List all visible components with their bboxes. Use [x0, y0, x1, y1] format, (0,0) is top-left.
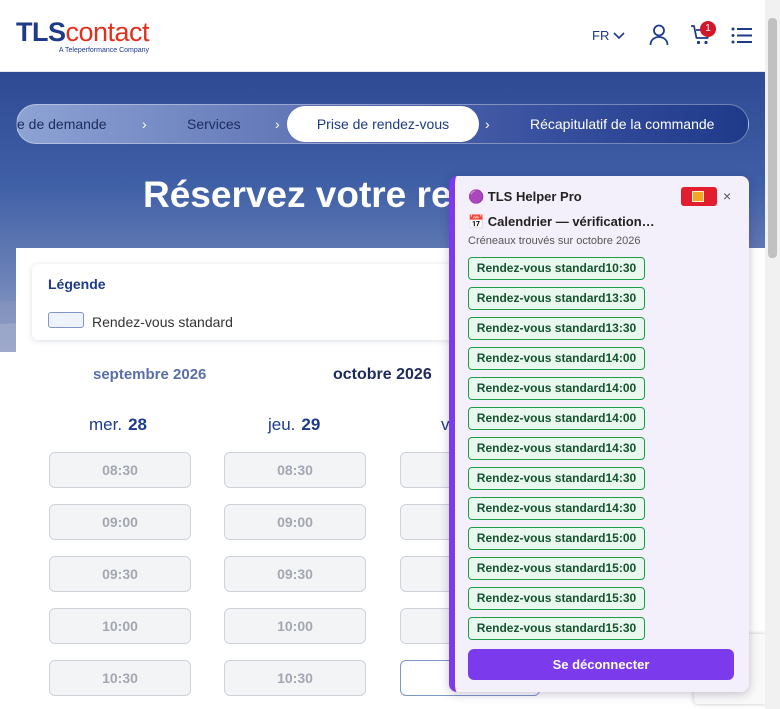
record-toggle-button[interactable] — [681, 187, 717, 206]
tlscontact-logo[interactable]: TLScontact A Teleperformance Company — [16, 17, 150, 54]
stop-icon — [692, 191, 704, 202]
helper-subtitle: 📅 Calendrier — vérification… — [468, 214, 655, 229]
day-header-wed: mer. 28 — [89, 415, 147, 435]
time-slot[interactable] — [400, 608, 452, 644]
found-slot[interactable]: Rendez-vous standard14:30 — [468, 437, 645, 460]
time-slot[interactable]: 10:00 — [49, 608, 191, 644]
step-appointment-active[interactable]: Prise de rendez-vous — [287, 106, 479, 142]
month-september[interactable]: septembre 2026 — [93, 366, 206, 383]
day-header-thu: jeu. 29 — [268, 415, 320, 435]
found-slot[interactable]: Rendez-vous standard13:30 — [468, 287, 645, 310]
found-slot[interactable]: Rendez-vous standard13:30 — [468, 317, 645, 340]
page-scrollbar[interactable] — [765, 0, 780, 709]
found-slot[interactable]: Rendez-vous standard10:30 — [468, 257, 645, 280]
progress-steps: e de demande › Services › Prise de rende… — [16, 104, 749, 144]
user-icon[interactable] — [649, 24, 669, 46]
cart-count-badge: 1 — [700, 21, 716, 37]
time-slot[interactable] — [400, 504, 452, 540]
menu-icon[interactable] — [731, 27, 752, 44]
time-slot[interactable]: 09:30 — [49, 556, 191, 592]
legend-title: Légende — [48, 276, 106, 292]
time-slot[interactable]: 08:30 — [224, 452, 366, 488]
language-label: FR — [592, 28, 610, 43]
chevron-down-icon — [613, 31, 625, 39]
logo-tls: TLS — [16, 17, 66, 47]
helper-note: Créneaux trouvés sur octobre 2026 — [468, 235, 641, 247]
legend-standard-label: Rendez-vous standard — [92, 314, 233, 330]
time-slot[interactable]: 09:00 — [224, 504, 366, 540]
tls-helper-panel: 🟣 TLS Helper Pro × 📅 Calendrier — vérifi… — [449, 176, 749, 692]
found-slot[interactable]: Rendez-vous standard14:00 — [468, 347, 645, 370]
site-header: TLScontact A Teleperformance Company FR … — [0, 0, 765, 72]
found-slot[interactable]: Rendez-vous standard14:00 — [468, 377, 645, 400]
time-slot[interactable]: 08:30 — [49, 452, 191, 488]
day-number: 28 — [128, 415, 147, 434]
close-icon[interactable]: × — [723, 188, 731, 204]
found-slot[interactable]: Rendez-vous standard14:00 — [468, 407, 645, 430]
time-slot[interactable] — [400, 556, 452, 592]
chevron-right-icon: › — [275, 116, 280, 132]
step-services[interactable]: Services — [187, 105, 241, 143]
day-number: 29 — [301, 415, 321, 434]
found-slot[interactable]: Rendez-vous standard15:30 — [468, 587, 645, 610]
helper-title: 🟣 TLS Helper Pro — [468, 189, 582, 204]
legend-panel: Légende Rendez-vous standard — [32, 264, 472, 340]
time-slot[interactable]: 10:00 — [224, 608, 366, 644]
chevron-right-icon: › — [485, 116, 490, 132]
time-slot[interactable] — [400, 452, 452, 488]
found-slot[interactable]: Rendez-vous standard15:00 — [468, 557, 645, 580]
legend-standard-swatch — [48, 312, 84, 328]
time-slot[interactable]: 09:00 — [49, 504, 191, 540]
logo-tagline: A Teleperformance Company — [58, 47, 150, 54]
found-slot[interactable]: Rendez-vous standard14:30 — [468, 467, 645, 490]
time-slot[interactable]: 10:30 — [224, 660, 366, 696]
time-slot[interactable]: 09:30 — [224, 556, 366, 592]
step-summary[interactable]: Récapitulatif de la commande — [530, 105, 714, 143]
logout-button[interactable]: Se déconnecter — [468, 649, 734, 680]
scrollbar-thumb[interactable] — [768, 18, 777, 258]
step-request[interactable]: e de demande — [17, 105, 107, 143]
logo-contact: contact — [65, 17, 150, 47]
language-selector[interactable]: FR — [592, 28, 625, 43]
chevron-right-icon: › — [142, 116, 147, 132]
page-title: Réservez votre ren — [143, 174, 475, 215]
day-name: jeu. — [268, 415, 296, 434]
time-slot[interactable]: 10:30 — [49, 660, 191, 696]
found-slot[interactable]: Rendez-vous standard15:30 — [468, 617, 645, 640]
month-october[interactable]: octobre 2026 — [333, 366, 432, 384]
found-slot[interactable]: Rendez-vous standard14:30 — [468, 497, 645, 520]
found-slot[interactable]: Rendez-vous standard15:00 — [468, 527, 645, 550]
day-name: mer. — [89, 415, 123, 434]
